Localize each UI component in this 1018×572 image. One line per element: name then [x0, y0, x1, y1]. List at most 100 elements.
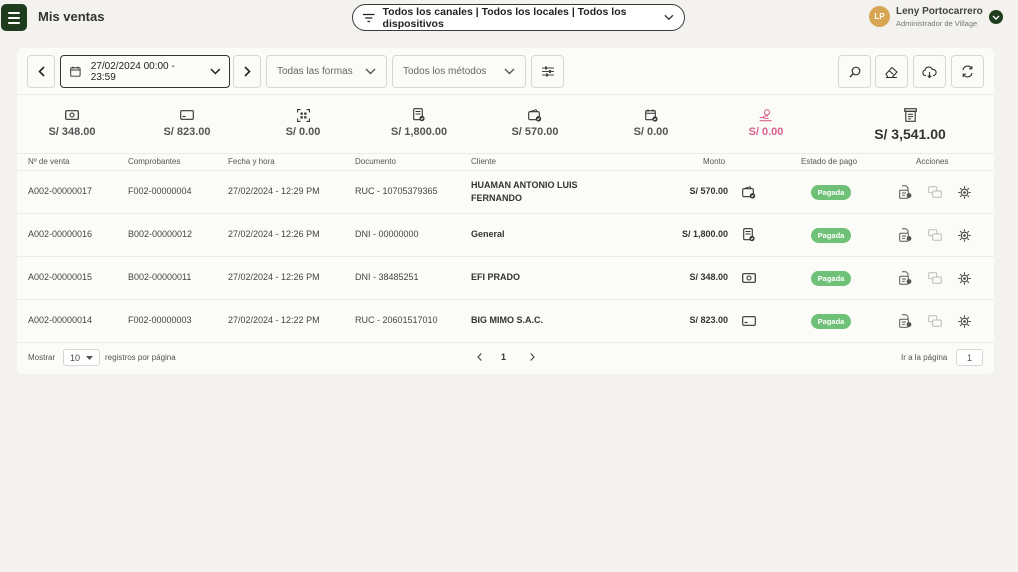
table-row[interactable]: A002-00000017 F002-00000004 27/02/2024 -…: [17, 171, 994, 214]
table-row[interactable]: A002-00000016 B002-00000012 27/02/2024 -…: [17, 214, 994, 257]
summary-value: S/ 0.00: [748, 126, 784, 138]
next-day-button[interactable]: [233, 55, 261, 88]
refresh-button[interactable]: [951, 55, 984, 88]
client-name: EFI PRADO: [471, 272, 521, 282]
user-role: Administrador de Village: [896, 19, 978, 28]
hand-coin-icon: [759, 108, 772, 121]
column-header-voucher: Comprobantes: [128, 157, 181, 166]
user-menu[interactable]: LP Leny Portocarrero Administrador de Vi…: [869, 5, 1009, 31]
sale-number: A002-00000016: [28, 229, 93, 239]
status-badge: Pagada: [811, 228, 851, 243]
client-name: BIG MIMO S.A.C.: [471, 315, 543, 325]
per-page-label: registros por página: [105, 353, 176, 362]
summary-value: S/ 823.00: [163, 126, 211, 138]
user-menu-chevron-icon[interactable]: [989, 10, 1003, 24]
table-row[interactable]: A002-00000014 F002-00000003 27/02/2024 -…: [17, 300, 994, 343]
goto-page-input[interactable]: 1: [956, 349, 983, 366]
calendar-icon: [70, 66, 81, 77]
sale-amount: S/ 348.00: [689, 272, 728, 282]
wallet-check-icon: [528, 108, 542, 121]
summary-total: S/ 3,541.00: [855, 106, 965, 142]
receipt-icon: [898, 271, 911, 285]
summary-total-value: S/ 3,541.00: [874, 126, 946, 142]
payment-methods-select[interactable]: Todos los métodos: [392, 55, 526, 88]
summary-credit: S/ 0.00: [596, 106, 706, 138]
cloud-download-icon: [922, 66, 937, 78]
clear-filters-button[interactable]: [875, 55, 908, 88]
summary-value: S/ 348.00: [48, 126, 96, 138]
voucher-number: F002-00000004: [128, 186, 192, 196]
qr-icon: [296, 108, 310, 122]
search-button[interactable]: [838, 55, 871, 88]
menu-icon-line: [8, 11, 20, 14]
summary-value: S/ 0.00: [633, 126, 669, 138]
send-message-button[interactable]: [927, 184, 943, 200]
send-message-button[interactable]: [927, 270, 943, 286]
gear-icon: [957, 271, 971, 285]
print-receipt-button[interactable]: [897, 270, 913, 286]
sale-datetime: 27/02/2024 - 12:22 PM: [228, 315, 320, 325]
print-receipt-button[interactable]: [897, 227, 913, 243]
previous-day-button[interactable]: [27, 55, 55, 88]
user-name: Leny Portocarrero: [896, 6, 983, 17]
date-range-picker[interactable]: 27/02/2024 00:00 - 23:59: [60, 55, 230, 88]
client-document: RUC - 20601517010: [355, 315, 438, 325]
chevron-left-icon: [476, 353, 482, 361]
summary-value: S/ 0.00: [285, 126, 321, 138]
chevron-down-icon: [210, 68, 221, 75]
channel-filter-label: Todos los canales | Todos los locales | …: [382, 5, 627, 30]
gear-icon: [957, 185, 971, 199]
chevron-right-icon: [243, 66, 251, 77]
status-badge: Pagada: [811, 185, 851, 200]
sale-number: A002-00000015: [28, 272, 93, 282]
cash-icon: [741, 270, 757, 286]
settings-button[interactable]: [956, 227, 972, 243]
sale-amount: S/ 570.00: [689, 186, 728, 196]
previous-page-button[interactable]: [473, 351, 485, 363]
chat-icon: [928, 185, 942, 198]
settings-button[interactable]: [956, 313, 972, 329]
column-header-status: Estado de pago: [801, 157, 858, 166]
receipt-check-icon: [741, 227, 757, 243]
column-header-actions: Acciones: [916, 157, 949, 166]
next-page-button[interactable]: [526, 351, 538, 363]
column-header-document: Documento: [355, 157, 396, 166]
settings-button[interactable]: [956, 270, 972, 286]
settings-button[interactable]: [956, 184, 972, 200]
print-receipt-button[interactable]: [897, 184, 913, 200]
send-message-button[interactable]: [927, 313, 943, 329]
gear-icon: [957, 314, 971, 328]
send-message-button[interactable]: [927, 227, 943, 243]
chevron-right-icon: [529, 353, 535, 361]
sale-datetime: 27/02/2024 - 12:29 PM: [228, 186, 320, 196]
cloud-download-button[interactable]: [913, 55, 946, 88]
payment-forms-select[interactable]: Todas las formas: [266, 55, 387, 88]
cash-icon: [65, 110, 79, 120]
page-title: Mis ventas: [38, 9, 105, 24]
chat-icon: [928, 271, 942, 284]
advanced-filters-button[interactable]: [531, 55, 564, 88]
table-row[interactable]: A002-00000015 B002-00000011 27/02/2024 -…: [17, 257, 994, 300]
date-range-value: 27/02/2024 00:00 - 23:59: [90, 60, 175, 83]
per-page-select[interactable]: 10: [63, 349, 100, 366]
summary-pending: S/ 0.00: [711, 106, 821, 138]
refresh-icon: [962, 65, 973, 78]
toolbar: 27/02/2024 00:00 - 23:59 Todas las forma…: [27, 55, 984, 88]
client-name: General: [471, 229, 505, 239]
register-icon: [903, 108, 917, 122]
card-icon: [180, 110, 194, 120]
search-icon: [849, 66, 860, 77]
status-badge: Pagada: [811, 271, 851, 286]
avatar: LP: [869, 6, 890, 27]
calendar-check-icon: [644, 108, 658, 122]
hamburger-menu-button[interactable]: [1, 4, 27, 31]
print-receipt-button[interactable]: [897, 313, 913, 329]
channel-filter-button[interactable]: Todos los canales | Todos los locales | …: [352, 4, 685, 31]
column-header-amount: Monto: [703, 157, 726, 166]
current-page[interactable]: 1: [501, 352, 506, 362]
top-bar: Mis ventas Todos los canales | Todos los…: [0, 0, 1018, 36]
column-header-client: Cliente: [471, 157, 496, 166]
goto-label: Ir a la página: [901, 353, 948, 362]
eraser-icon: [885, 66, 898, 78]
summary-cash: S/ 348.00: [17, 106, 127, 138]
